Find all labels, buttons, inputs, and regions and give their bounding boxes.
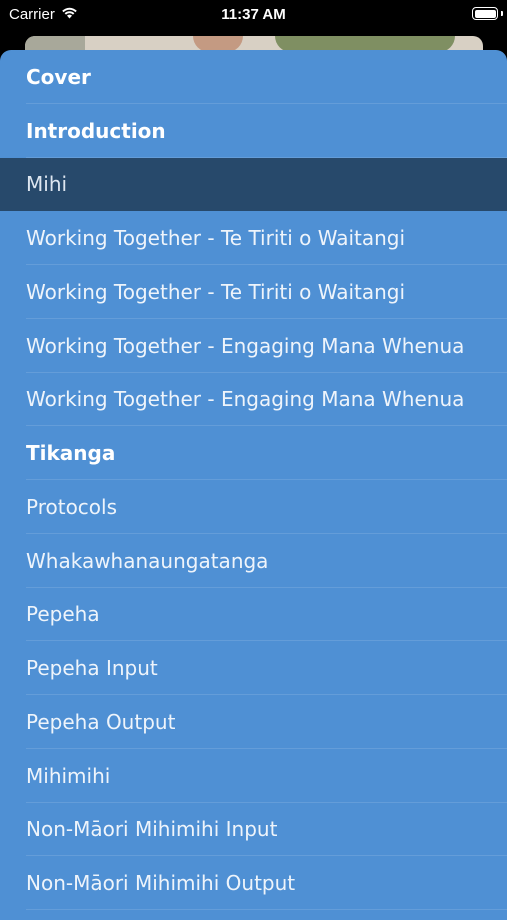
menu-item-label: Whakawhanaungatanga bbox=[26, 548, 269, 573]
menu-item-label: Tikanga bbox=[26, 441, 116, 466]
menu-item-mihimihi[interactable]: Mihimihi bbox=[0, 749, 507, 803]
menu-item-non-māori-mihimihi-output[interactable]: Non-Māori Mihimihi Output bbox=[0, 856, 507, 910]
menu-item-label: Mihi bbox=[26, 172, 68, 197]
battery-level bbox=[474, 9, 496, 18]
menu-item-label: Working Together - Te Tiriti o Waitangi bbox=[26, 279, 406, 304]
menu-item-working-together-te-tiriti-o-waitangi[interactable]: Working Together - Te Tiriti o Waitangi bbox=[0, 211, 507, 265]
menu-item-label: Pepeha Output bbox=[26, 709, 176, 734]
menu-item-label: Non-Māori Mihimihi Input bbox=[26, 817, 278, 842]
menu-item-pepeha-output[interactable]: Pepeha Output bbox=[0, 695, 507, 749]
menu-item-non-māori-mihimihi-input[interactable]: Non-Māori Mihimihi Input bbox=[0, 803, 507, 857]
menu-item-label: Cover bbox=[26, 64, 91, 89]
menu-item-pepeha-input[interactable]: Pepeha Input bbox=[0, 641, 507, 695]
status-time: 11:37 AM bbox=[221, 6, 286, 23]
menu-item-label: Introduction bbox=[26, 118, 166, 143]
menu-item-mihi[interactable]: Mihi bbox=[0, 157, 507, 212]
menu-item-whakawhanaungatanga[interactable]: Whakawhanaungatanga bbox=[0, 534, 507, 588]
menu-item-protocols[interactable]: Protocols bbox=[0, 480, 507, 534]
menu-section-tikanga[interactable]: Tikanga bbox=[0, 426, 507, 480]
menu-item-label: Non-Māori Mihimihi Output bbox=[26, 871, 296, 896]
battery-icon bbox=[472, 7, 498, 20]
menu-item-working-together-te-tiriti-o-waitangi[interactable]: Working Together - Te Tiriti o Waitangi bbox=[0, 265, 507, 319]
menu-sheet: Cover Introduction Mihi Working Together - … bbox=[0, 50, 507, 920]
menu-item-label: Working Together - Te Tiriti o Waitangi bbox=[26, 226, 406, 251]
menu-section-introduction[interactable]: Introduction bbox=[0, 104, 507, 158]
menu-item-label: Pepeha bbox=[26, 602, 100, 627]
battery-nub bbox=[501, 11, 503, 16]
menu-section-cover[interactable]: Cover bbox=[0, 50, 507, 104]
menu-item-label: Protocols bbox=[26, 494, 118, 519]
menu-item-label: Working Together - Engaging Mana Whenua bbox=[26, 333, 465, 358]
menu-item-label: Pepeha Input bbox=[26, 656, 158, 681]
menu-item-working-together-engaging-mana-whenua[interactable]: Working Together - Engaging Mana Whenua bbox=[0, 373, 507, 427]
status-bar: Carrier 11:37 AM bbox=[0, 0, 507, 30]
menu-item-working-together-engaging-mana-whenua[interactable]: Working Together - Engaging Mana Whenua bbox=[0, 319, 507, 373]
menu-list: Cover Introduction Mihi Working Together - … bbox=[0, 50, 507, 910]
menu-item-label: Working Together - Engaging Mana Whenua bbox=[26, 387, 465, 412]
menu-item-pepeha[interactable]: Pepeha bbox=[0, 588, 507, 642]
menu-item-label: Mihimihi bbox=[26, 763, 111, 788]
